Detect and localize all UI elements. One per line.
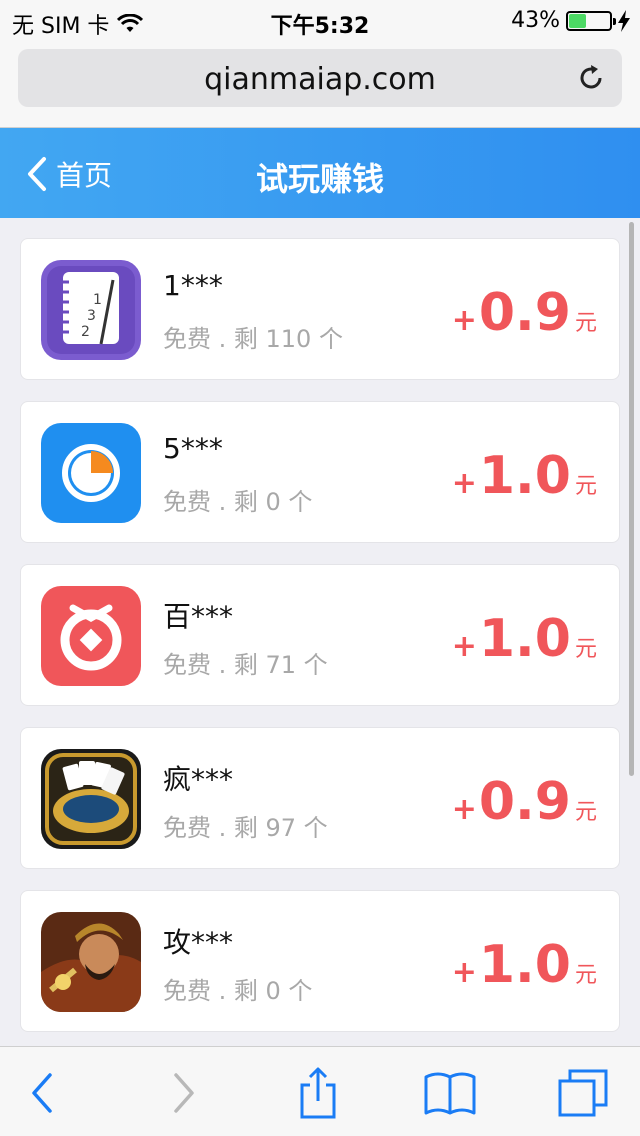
- reward-unit: 元: [574, 963, 597, 988]
- back-button[interactable]: 首页: [26, 154, 112, 194]
- svg-text:1: 1: [93, 292, 102, 308]
- forward-arrow-icon[interactable]: [154, 1065, 210, 1121]
- reward-plus: +: [451, 466, 477, 501]
- reward-plus: +: [451, 303, 477, 338]
- battery-percent: 43%: [511, 8, 560, 33]
- battery-icon: [566, 10, 616, 31]
- reward-amount: + 0.9 元: [452, 772, 597, 832]
- app-card[interactable]: 疯*** 免费 . 剩 97 个 + 0.9 元: [20, 727, 620, 869]
- share-icon[interactable]: [290, 1065, 346, 1121]
- app-card[interactable]: 1 3 2 1*** 免费 . 剩 110 个 + 0.9 元: [20, 238, 620, 380]
- pie-timer-icon: [41, 423, 141, 523]
- browser-address-area: qianmaiap.com: [0, 40, 640, 128]
- app-card[interactable]: 5*** 免费 . 剩 0 个 + 1.0 元: [20, 401, 620, 543]
- app-meta: 免费 . 剩 97 个: [163, 814, 328, 842]
- app-meta: 免费 . 剩 71 个: [163, 651, 328, 679]
- warrior-icon: [41, 912, 141, 1012]
- reward-value: 0.9: [478, 772, 571, 832]
- status-right: 43%: [511, 8, 630, 33]
- app-card[interactable]: 攻*** 免费 . 剩 0 个 + 1.0 元: [20, 890, 620, 1032]
- reload-icon[interactable]: [576, 63, 606, 93]
- app-meta: 免费 . 剩 110 个: [163, 325, 343, 353]
- back-label: 首页: [56, 159, 113, 192]
- svg-text:3: 3: [87, 308, 96, 324]
- reward-plus: +: [451, 629, 477, 664]
- app-card[interactable]: 百*** 免费 . 剩 71 个 + 1.0 元: [20, 564, 620, 706]
- address-bar[interactable]: qianmaiap.com: [18, 49, 622, 107]
- charging-bolt-icon: [618, 9, 630, 32]
- bookmarks-icon[interactable]: [422, 1065, 478, 1121]
- reward-value: 1.0: [478, 446, 571, 506]
- reward-plus: +: [451, 955, 477, 990]
- reward-value: 1.0: [478, 935, 571, 995]
- poker-table-icon: [41, 749, 141, 849]
- coin-ring-icon: [41, 586, 141, 686]
- reward-unit: 元: [574, 800, 597, 825]
- app-header: 首页 试玩赚钱: [0, 128, 640, 218]
- battery-tip: [613, 17, 616, 25]
- reward-unit: 元: [574, 311, 597, 336]
- app-name: 5***: [163, 432, 223, 465]
- app-name: 百***: [163, 600, 234, 633]
- tabs-icon[interactable]: [556, 1065, 612, 1121]
- app-name: 攻***: [163, 926, 234, 959]
- reward-amount: + 1.0 元: [452, 935, 597, 995]
- chevron-left-icon: [28, 157, 46, 191]
- reward-value: 1.0: [478, 609, 571, 669]
- reward-value: 0.9: [478, 283, 571, 343]
- app-meta: 免费 . 剩 0 个: [163, 977, 313, 1005]
- reward-amount: + 1.0 元: [452, 609, 597, 669]
- notebook-icon: 1 3 2: [41, 260, 141, 360]
- app-name: 疯***: [163, 763, 234, 796]
- status-bar: 无 SIM 卡 下午5:32 43%: [0, 0, 640, 40]
- browser-toolbar: [0, 1046, 640, 1136]
- reward-unit: 元: [574, 637, 597, 662]
- battery-level-fill: [569, 13, 587, 28]
- back-arrow-icon[interactable]: [16, 1065, 72, 1121]
- app-meta: 免费 . 剩 0 个: [163, 488, 313, 516]
- reward-plus: +: [451, 792, 477, 827]
- app-name: 1***: [163, 269, 223, 302]
- reward-unit: 元: [574, 474, 597, 499]
- url-text: qianmaiap.com: [204, 62, 436, 97]
- scrollbar[interactable]: [629, 222, 634, 776]
- reward-amount: + 0.9 元: [452, 283, 597, 343]
- reward-amount: + 1.0 元: [452, 446, 597, 506]
- svg-text:2: 2: [81, 324, 90, 340]
